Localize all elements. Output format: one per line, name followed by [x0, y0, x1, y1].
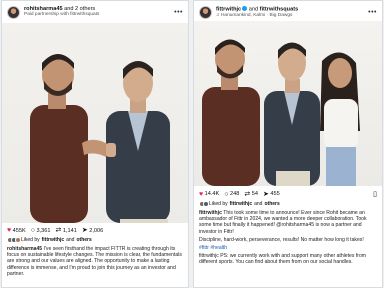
liked-by-prefix: Liked by: [209, 201, 228, 207]
repost-action[interactable]: ⇄ 1,141: [55, 227, 76, 234]
share-icon[interactable]: ➤: [82, 227, 88, 234]
music-icon: ♫: [216, 13, 220, 19]
person-middle-neck: [285, 79, 300, 93]
liked-by-others[interactable]: others: [76, 237, 91, 243]
share-icon[interactable]: ➤: [263, 191, 269, 198]
caption-username[interactable]: rohitsharma45: [7, 246, 42, 252]
repost-action[interactable]: ⇄ 54: [244, 191, 258, 198]
liked-by: Liked by fittrwithjc and others: [2, 235, 188, 245]
share-action[interactable]: ➤ 455: [263, 191, 280, 198]
avatar[interactable]: [199, 5, 212, 19]
post-header-text: rohitsharma45 and 2 others Paid partners…: [24, 6, 99, 18]
post-caption: rohitsharma45 I've seen firsthand the im…: [2, 245, 188, 278]
heart-icon[interactable]: ♥: [199, 191, 203, 198]
liked-by-others[interactable]: others: [264, 201, 279, 207]
more-horizontal-icon[interactable]: •••: [174, 9, 183, 16]
collab-username-link[interactable]: fittrwithsquats: [260, 6, 299, 12]
post-right: fittrwithjc and fittrwithsquats ♫ Hanuma…: [193, 0, 383, 288]
person-left-shirt: [202, 87, 260, 186]
person-girl-jeans: [326, 147, 356, 186]
feed-canvas: rohitsharma45 and 2 others Paid partners…: [0, 0, 384, 288]
post-left: rohitsharma45 and 2 others Paid partners…: [1, 0, 189, 288]
music-text[interactable]: Hanumankind, Kalmi · Big Dawgs: [221, 13, 292, 18]
bookmark-icon[interactable]: ▯: [373, 190, 377, 198]
photo-illustration: [202, 39, 360, 186]
comment-icon[interactable]: ○: [224, 191, 228, 198]
liked-by-joiner: and: [66, 237, 75, 243]
collab-joiner: and: [248, 6, 259, 13]
like-action[interactable]: ♥ 14.4K: [199, 191, 219, 198]
comment-icon[interactable]: ○: [31, 227, 35, 234]
liked-by: Liked by fittrwithjc and others: [194, 199, 382, 209]
post-actions: ♥ 14.4K ○ 248 ⇄ 54 ➤ 455 ▯: [194, 186, 382, 199]
more-horizontal-icon[interactable]: •••: [368, 9, 377, 16]
liked-by-user[interactable]: fittrwithjc: [230, 201, 253, 207]
username-link[interactable]: rohitsharma45: [24, 6, 63, 12]
music-location-label[interactable]: ♫ Hanumankind, Kalmi · Big Dawgs: [216, 13, 298, 18]
caption-ps: fittrwithjc PS: we currently work with a…: [194, 252, 382, 266]
liked-by-user[interactable]: fittrwithjc: [42, 237, 65, 243]
caption-paragraph-2: Discipline, hard-work, perseverance, res…: [199, 236, 364, 243]
post-image[interactable]: [194, 21, 382, 186]
heart-icon[interactable]: ♥: [7, 227, 11, 234]
post-header: rohitsharma45 and 2 others Paid partners…: [2, 1, 188, 21]
caption-ps-text: PS: we currently work with and support m…: [199, 253, 367, 266]
comment-action[interactable]: ○ 3,361: [31, 227, 51, 234]
caption-ps-username[interactable]: fittrwithjc: [199, 253, 219, 259]
like-action[interactable]: ♥ 455K: [7, 227, 26, 234]
comment-action[interactable]: ○ 248: [224, 191, 239, 198]
repost-count: 54: [251, 191, 258, 197]
verified-badge-icon: [242, 5, 248, 11]
photo-illustration: [30, 54, 170, 223]
post-header-text: fittrwithjc and fittrwithsquats ♫ Hanuma…: [216, 5, 299, 18]
person-middle-trousers: [276, 171, 310, 186]
liked-by-joiner: and: [254, 201, 263, 207]
avatar[interactable]: [7, 5, 20, 19]
liked-by-avatars[interactable]: [7, 237, 21, 243]
liked-by-avatars[interactable]: [199, 201, 209, 207]
share-action[interactable]: ➤ 2,006: [82, 227, 103, 234]
repost-icon[interactable]: ⇄: [55, 227, 61, 234]
post-actions: ♥ 455K ○ 3,361 ⇄ 1,141 ➤ 2,006: [2, 223, 188, 235]
collab-text[interactable]: and 2 others: [64, 6, 95, 12]
post-image[interactable]: [2, 23, 188, 223]
like-count: 14.4K: [204, 191, 220, 197]
username-link[interactable]: fittrwithjc: [216, 6, 241, 12]
caption-text: This took some time to announce! Ever si…: [199, 210, 367, 235]
handshake-hand-right: [106, 143, 116, 157]
share-count: 455: [270, 191, 280, 197]
person-left-shirt: [30, 105, 88, 223]
caption-username[interactable]: fittrwithjc: [199, 210, 222, 216]
person-girl-face: [328, 58, 352, 88]
liked-by-prefix: Liked by: [21, 237, 40, 243]
like-count: 455K: [12, 227, 26, 234]
post-caption: fittrwithjc This took some time to annou…: [194, 209, 382, 236]
person-girl-top: [324, 99, 358, 149]
repost-icon[interactable]: ⇄: [244, 191, 250, 198]
paid-partnership-label[interactable]: Paid partnership with fittrwithsquats: [24, 12, 99, 17]
person-right-trousers: [120, 219, 168, 223]
share-count: 2,006: [89, 227, 104, 234]
post-header: fittrwithjc and fittrwithsquats ♫ Hanuma…: [194, 1, 382, 21]
comment-count: 248: [230, 191, 240, 197]
comment-count: 3,361: [36, 227, 51, 234]
caption-hashtags[interactable]: #fittr #health: [194, 244, 382, 252]
repost-count: 1,141: [62, 227, 77, 234]
